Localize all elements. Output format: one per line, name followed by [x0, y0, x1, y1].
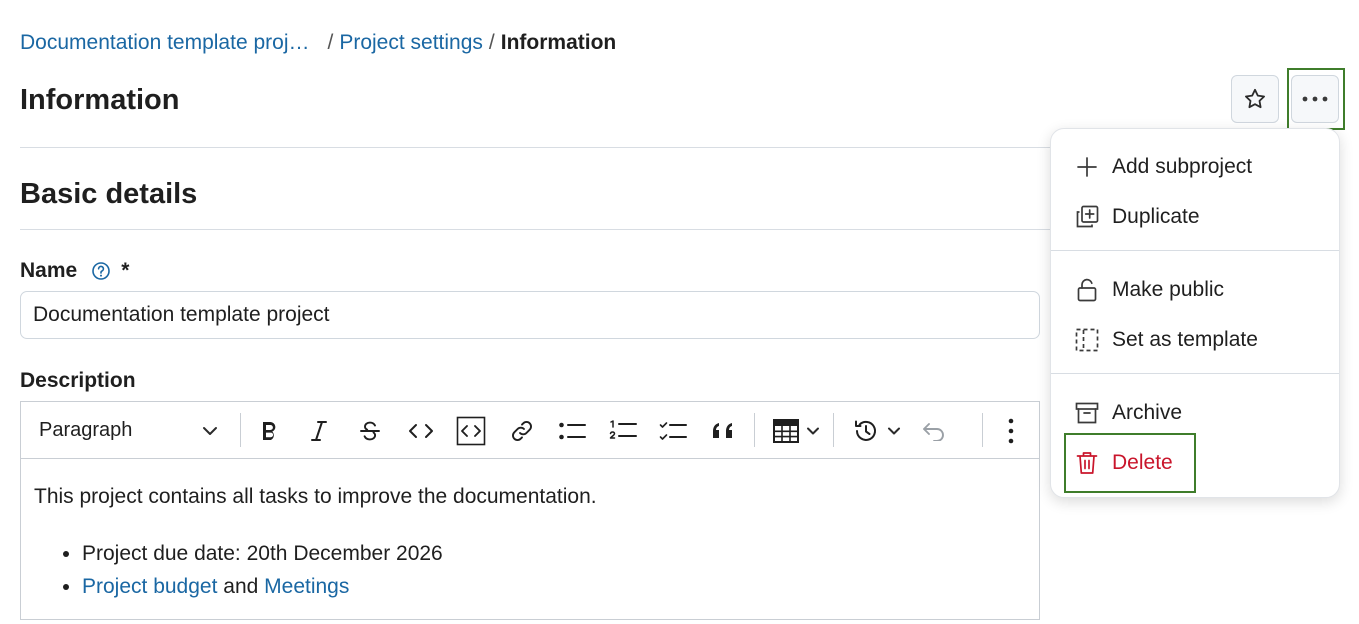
block-style-select[interactable]: Paragraph [39, 402, 132, 459]
code-block-icon[interactable] [455, 402, 487, 459]
toolbar-separator [833, 413, 834, 447]
history-icon [855, 420, 876, 441]
history-button[interactable] [847, 402, 907, 459]
menu-item-set-as-template[interactable]: Set as template [1051, 320, 1341, 360]
more-actions-button[interactable] [1291, 75, 1339, 123]
table-icon [773, 418, 799, 443]
bold-icon[interactable] [254, 402, 284, 459]
editor-paragraph: This project contains all tasks to impro… [34, 485, 597, 508]
project-budget-link[interactable]: Project budget [82, 575, 217, 598]
breadcrumb-separator: / [488, 31, 495, 54]
menu-item-duplicate[interactable]: Duplicate [1051, 197, 1341, 237]
more-vertical-icon[interactable] [996, 402, 1026, 459]
template-icon [1075, 328, 1099, 352]
todo-list-icon[interactable] [657, 402, 689, 459]
chevron-down-icon [807, 427, 819, 434]
menu-item-archive[interactable]: Archive [1051, 393, 1341, 433]
breadcrumb-current: Information [500, 31, 617, 54]
menu-divider [1051, 373, 1339, 374]
breadcrumb-project-link[interactable]: Documentation template proj… [20, 31, 309, 55]
menu-item-add-subproject[interactable]: Add subproject [1051, 147, 1341, 187]
blockquote-icon[interactable] [709, 402, 741, 459]
divider [20, 229, 1050, 230]
breadcrumb-separator: / [327, 31, 334, 54]
menu-divider [1051, 250, 1339, 251]
page-title: Information [20, 84, 180, 116]
menu-item-make-public[interactable]: Make public [1051, 270, 1341, 310]
toolbar-separator [754, 413, 755, 447]
duplicate-icon [1075, 205, 1099, 229]
divider [20, 147, 1050, 148]
star-icon [1245, 88, 1265, 109]
block-style-value: Paragraph [39, 419, 133, 441]
list-item: Project budget and Meetings [82, 570, 1026, 603]
menu-item-label: Duplicate [1112, 205, 1200, 228]
delete-highlight [1064, 433, 1196, 493]
menu-item-label: Archive [1112, 401, 1183, 424]
unlock-icon [1075, 278, 1099, 302]
toolbar-separator [240, 413, 241, 447]
editor-content[interactable]: This project contains all tasks to impro… [21, 459, 1039, 603]
list-item-text: and [217, 575, 265, 598]
required-mark: * [121, 259, 130, 282]
bulleted-list-icon[interactable] [556, 402, 588, 459]
editor-bullet-list: Project due date: 20th December 2026 Pro… [34, 537, 1026, 603]
plus-icon [1075, 155, 1099, 179]
chevron-down-icon[interactable] [202, 402, 218, 459]
chevron-down-icon [888, 427, 900, 434]
insert-table-button[interactable] [766, 402, 826, 459]
name-label: Name * [20, 259, 129, 283]
undo-icon[interactable] [919, 402, 949, 459]
breadcrumb: Documentation template proj… / Project s… [20, 31, 616, 55]
section-title: Basic details [20, 178, 198, 210]
editor-toolbar: Paragraph [21, 402, 1039, 459]
menu-item-label: Set as template [1112, 328, 1258, 351]
archive-icon [1075, 401, 1099, 425]
code-icon[interactable] [405, 402, 437, 459]
toolbar-separator [982, 413, 983, 447]
menu-item-label: Add subproject [1112, 155, 1253, 178]
meetings-link[interactable]: Meetings [264, 575, 349, 598]
name-input[interactable] [20, 291, 1040, 339]
description-label: Description [20, 369, 136, 392]
strikethrough-icon[interactable] [355, 402, 385, 459]
favorite-button[interactable] [1231, 75, 1279, 123]
menu-item-label: Make public [1112, 278, 1225, 301]
list-item: Project due date: 20th December 2026 [82, 537, 1026, 570]
numbered-list-icon[interactable] [607, 402, 639, 459]
italic-icon[interactable] [304, 402, 334, 459]
link-icon[interactable] [507, 402, 537, 459]
name-label-text: Name [20, 259, 78, 282]
help-icon[interactable] [91, 261, 111, 281]
description-editor: Paragraph This project contains all task… [20, 401, 1040, 620]
breadcrumb-settings-link[interactable]: Project settings [339, 31, 483, 55]
more-horizontal-icon [1302, 96, 1328, 102]
